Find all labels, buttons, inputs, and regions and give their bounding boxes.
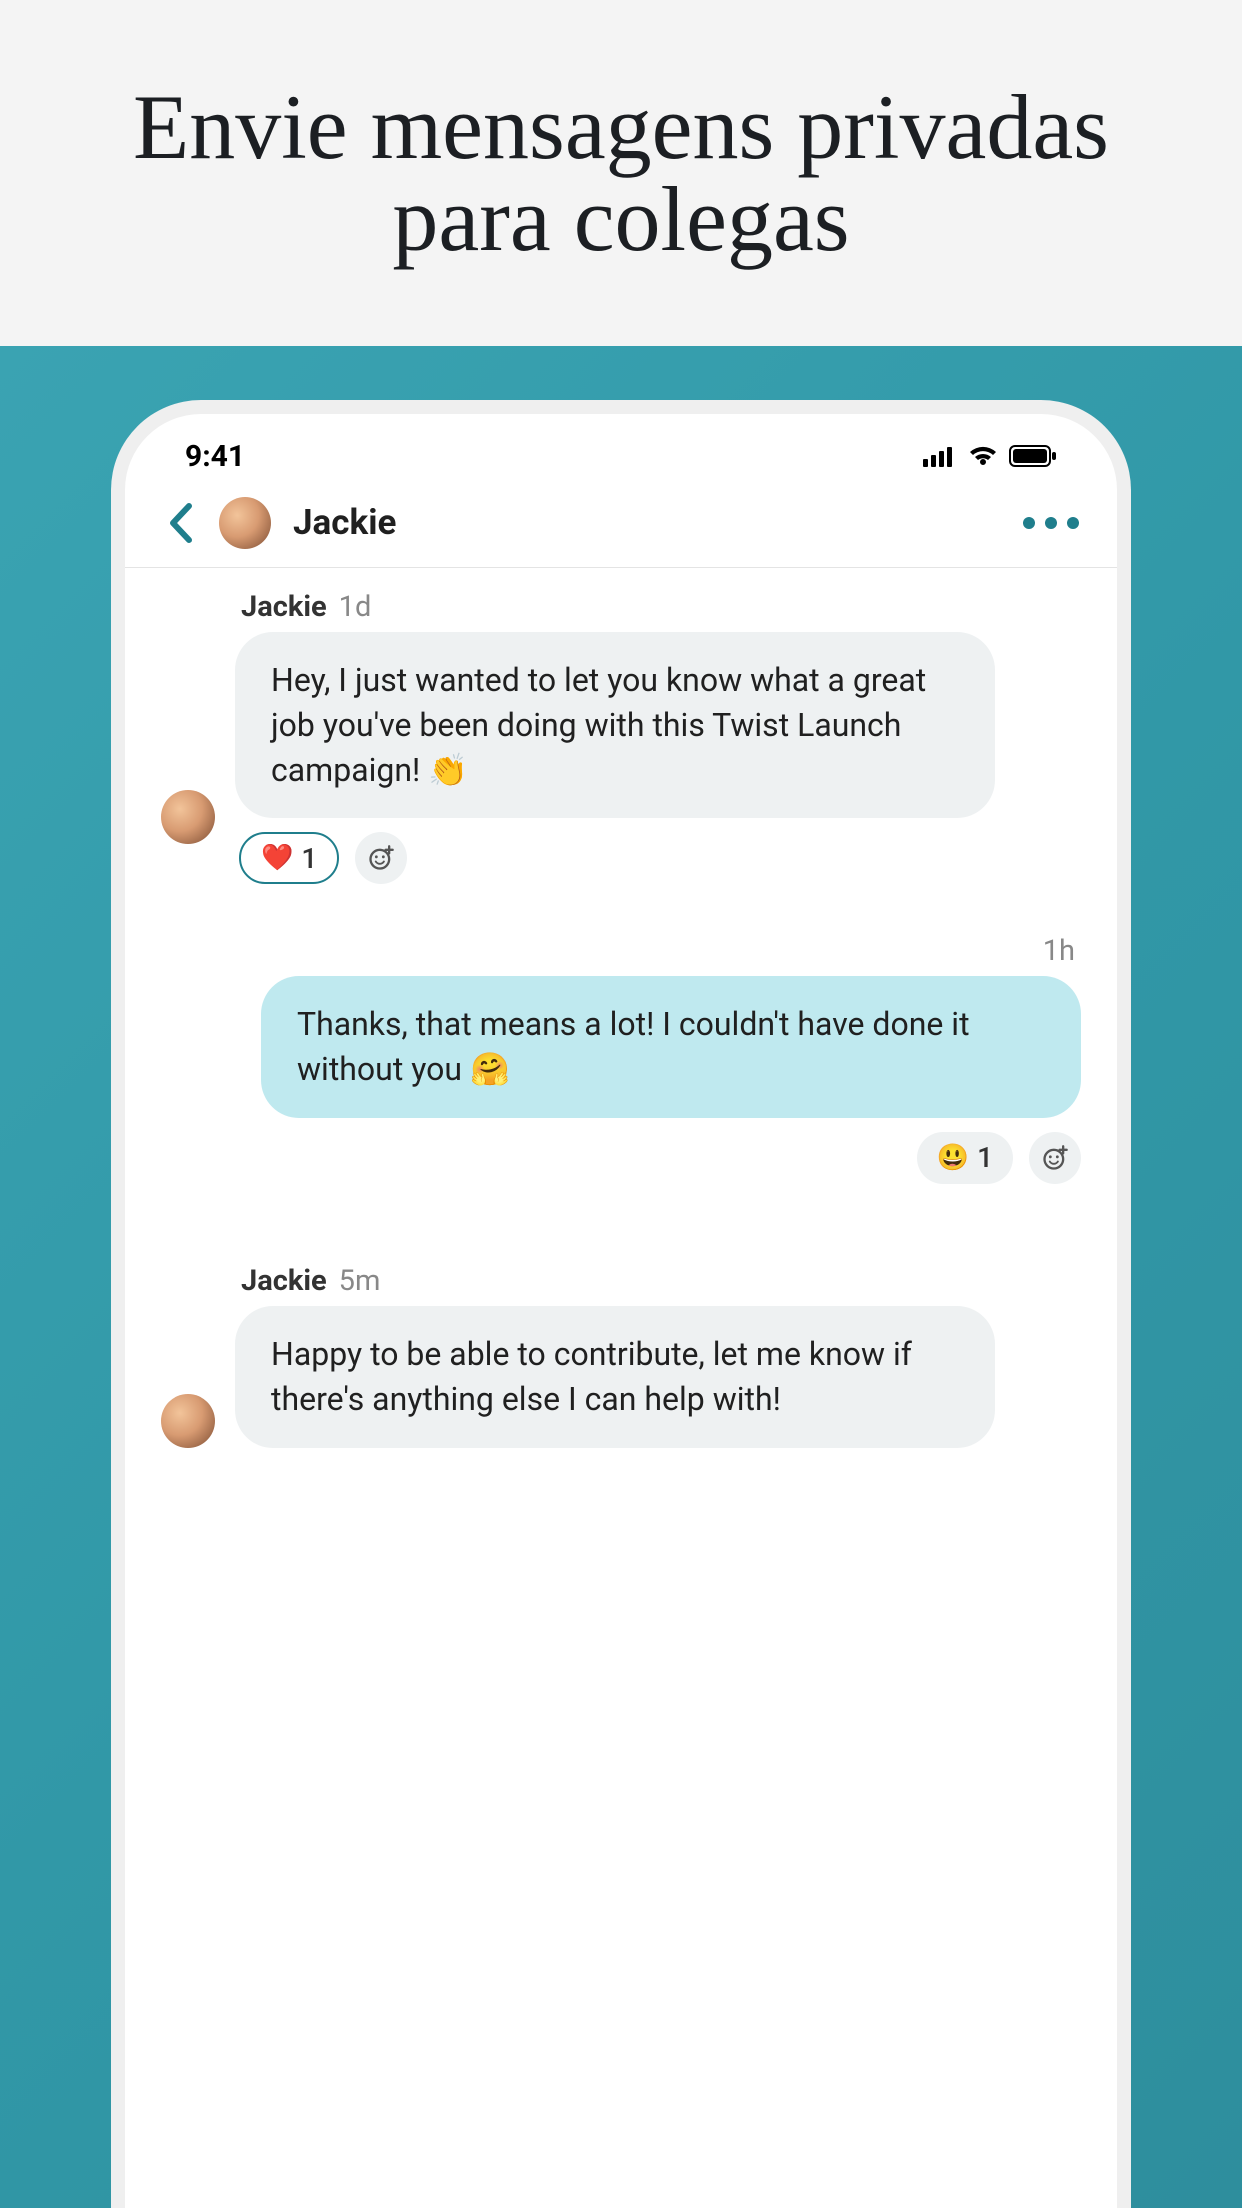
- message-avatar[interactable]: [161, 1394, 215, 1448]
- chat-body: Jackie 1d Hey, I just wanted to let you …: [125, 568, 1117, 1448]
- message-author: Jackie: [241, 590, 327, 624]
- promo-header: Envie mensagens privadas para colegas: [0, 0, 1242, 346]
- message-timestamp: 1h: [1043, 934, 1081, 968]
- message-meta: Jackie 5m: [235, 1264, 995, 1298]
- dot-icon: [1045, 517, 1057, 529]
- dot-icon: [1023, 517, 1035, 529]
- message-timestamp: 1d: [339, 590, 372, 624]
- chat-header: Jackie: [125, 478, 1117, 568]
- contact-avatar[interactable]: [219, 497, 271, 549]
- reaction-count: 1: [301, 842, 317, 875]
- dot-icon: [1067, 517, 1079, 529]
- contact-name: Jackie: [293, 502, 1001, 543]
- promo-headline: Envie mensagens privadas para colegas: [70, 81, 1172, 265]
- message-author: Jackie: [241, 1264, 327, 1298]
- heart-icon: ❤️: [261, 843, 293, 873]
- reactions-row: 😃 1: [913, 1132, 1081, 1184]
- status-icons: [923, 445, 1057, 467]
- message-avatar[interactable]: [161, 790, 215, 844]
- message-bubble[interactable]: Hey, I just wanted to let you know what …: [235, 632, 995, 818]
- more-options-button[interactable]: [1023, 517, 1079, 529]
- promo-background: 9:41 Jackie: [0, 346, 1242, 2208]
- wifi-icon: [967, 445, 999, 467]
- message-row: Jackie 1d Hey, I just wanted to let you …: [161, 590, 1081, 884]
- status-time: 9:41: [185, 439, 245, 474]
- add-reaction-button[interactable]: [355, 832, 407, 884]
- reaction-count: 1: [977, 1141, 993, 1174]
- message-timestamp: 5m: [339, 1264, 381, 1298]
- back-button[interactable]: [163, 499, 197, 547]
- cellular-signal-icon: [923, 445, 957, 467]
- add-reaction-button[interactable]: [1029, 1132, 1081, 1184]
- battery-icon: [1009, 445, 1057, 467]
- reactions-row: ❤️ 1: [235, 832, 995, 884]
- smile-icon: 😃: [937, 1143, 969, 1173]
- reaction-pill[interactable]: ❤️ 1: [239, 832, 339, 884]
- message-row: 1h Thanks, that means a lot! I couldn't …: [161, 934, 1081, 1184]
- message-row: Jackie 5m Happy to be able to contribute…: [161, 1234, 1081, 1448]
- message-meta: Jackie 1d: [235, 590, 995, 624]
- reaction-pill[interactable]: 😃 1: [917, 1132, 1013, 1184]
- status-bar: 9:41: [125, 414, 1117, 478]
- phone-frame: 9:41 Jackie: [111, 400, 1131, 2208]
- message-bubble[interactable]: Thanks, that means a lot! I couldn't hav…: [261, 976, 1081, 1118]
- message-bubble[interactable]: Happy to be able to contribute, let me k…: [235, 1306, 995, 1448]
